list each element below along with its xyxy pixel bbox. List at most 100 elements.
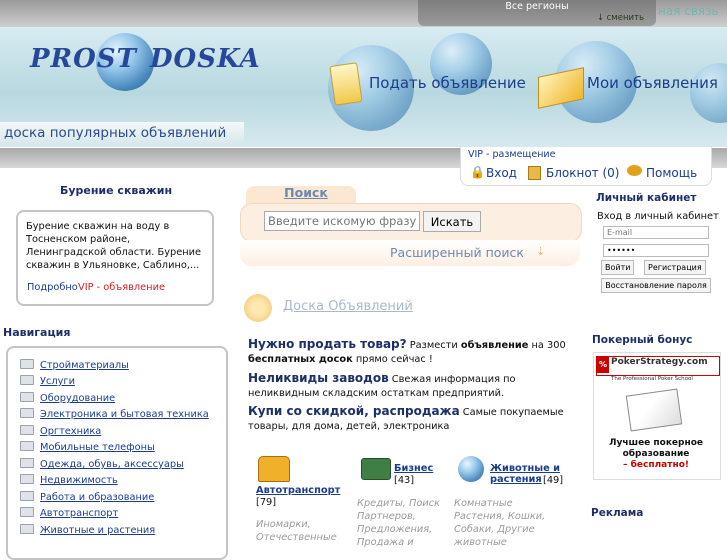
category-subitems: Кредиты, Поиск Партнеров, Предложения, П…: [357, 498, 441, 548]
bus-icon: [258, 456, 290, 482]
search-input[interactable]: [264, 211, 420, 231]
notebook-link[interactable]: Блокнот (0): [546, 166, 619, 180]
sidebar-item-label: Автотранспорт: [40, 508, 119, 519]
sidebar-item-label: Работа и образование: [40, 492, 155, 503]
poker-text-line: Лучшее покерное образование: [609, 438, 703, 459]
folder-icon: [20, 474, 34, 484]
logo-text-left[interactable]: PROST: [30, 44, 137, 74]
sidebar-item[interactable]: Услуги: [20, 375, 75, 387]
promo-vip-label: VIP - объявление: [78, 282, 165, 293]
poker-title: Покерный бонус: [592, 334, 693, 346]
promo-more-link[interactable]: Подробно: [27, 282, 78, 293]
cabinet-title: Личный кабинет: [596, 192, 697, 204]
sidebar-item[interactable]: Недвижимость: [20, 474, 118, 486]
sidebar-item[interactable]: Электроника и бытовая техника: [20, 408, 209, 420]
pitch-link[interactable]: Нужно продать товар?: [248, 337, 407, 351]
folder-icon: [20, 507, 34, 517]
sidebar-item-label: Стройматериалы: [40, 360, 129, 371]
category-link[interactable]: Бизнес: [394, 463, 433, 474]
register-button[interactable]: Регистрация: [644, 260, 706, 275]
current-region: Все регионы: [505, 1, 569, 12]
vip-placement-link[interactable]: VIP - размещение: [468, 149, 555, 160]
login-link[interactable]: Вход: [486, 166, 517, 180]
board-title-link[interactable]: Доска Объявлений: [283, 299, 413, 314]
sidebar-item-label: Животные и растения: [40, 525, 156, 536]
folder-icon: [20, 458, 34, 468]
folder-icon: [20, 524, 34, 534]
login-button[interactable]: Войти: [601, 260, 635, 275]
pitch-text: прямо сейчас !: [352, 354, 433, 365]
sidebar-item-label: Электроника и бытовая техника: [40, 409, 209, 420]
folder-icon: [20, 392, 34, 402]
region-selector[interactable]: Все регионы ↓ сменить: [418, 0, 656, 26]
ads-title: Реклама: [591, 507, 644, 519]
pitch-bold: бесплатных досок: [248, 354, 353, 365]
category-subitems: Комнатные Растения, Кошки, Собаки, Други…: [454, 498, 546, 548]
sidebar-item-label: Услуги: [40, 376, 75, 387]
category-count: [43]: [394, 475, 415, 486]
nav-title: Навигация: [3, 326, 71, 339]
poker-tagline: The Professional Poker School: [611, 376, 693, 382]
sidebar-item[interactable]: Стройматериалы: [20, 359, 129, 371]
sidebar-item[interactable]: Автотранспорт: [20, 507, 118, 519]
sidebar-item-label: Оргтехника: [40, 426, 102, 437]
my-ads-link[interactable]: Мои объявления: [587, 74, 718, 92]
poker-text: Лучшее покерное образование – бесплатно!: [593, 438, 719, 471]
pitch-bold: объявление: [460, 340, 529, 351]
sidebar-item-label: Одежда, обувь, аксессуары: [40, 459, 184, 470]
arrow-down-icon: ⇣: [536, 245, 546, 258]
search-button[interactable]: Искать: [423, 211, 481, 232]
logo-text-right[interactable]: DOSKA: [150, 44, 261, 74]
slogan: доска популярных объявлений: [0, 122, 244, 144]
feedback-link[interactable]: ная связь: [658, 4, 719, 18]
sidebar-item-label: Недвижимость: [40, 475, 118, 486]
pitch-item: Неликвиды заводов Свежая информация по н…: [248, 371, 578, 401]
pitch-item: Купи со скидкой, распродажа Самые покупа…: [248, 404, 578, 434]
category-link[interactable]: Автотранспорт: [256, 485, 340, 496]
sidebar-item[interactable]: Одежда, обувь, аксессуары: [20, 458, 184, 470]
scroll-icon: [329, 62, 363, 106]
pitch-link[interactable]: Купи со скидкой, распродажа: [248, 404, 460, 418]
sidebar-item[interactable]: Мобильные телефоны: [20, 441, 155, 453]
change-region-link[interactable]: ↓ сменить: [597, 13, 644, 23]
password-field[interactable]: [603, 244, 709, 257]
cabinet-subtitle: Вход в личный кабинет: [597, 211, 719, 222]
folder-icon: [20, 375, 34, 385]
playing-cards-icon: [625, 388, 683, 432]
poker-text-free: – бесплатно!: [623, 460, 689, 470]
pitch-link[interactable]: Неликвиды заводов: [248, 371, 389, 385]
category-count: [49]: [543, 475, 564, 486]
promo-title: Бурение скважин: [59, 184, 173, 197]
pitch-text: на 300: [528, 340, 566, 351]
help-link[interactable]: Помощь: [646, 166, 697, 180]
pokerstrategy-logo: % PokerStrategy.com The Professional Poke…: [596, 356, 720, 382]
sun-icon: [244, 294, 272, 322]
speech-bubble-icon: [627, 165, 642, 176]
sidebar-item[interactable]: Работа и образование: [20, 491, 154, 503]
poker-brand: PokerStrategy.com: [611, 357, 708, 367]
email-field[interactable]: [603, 226, 709, 239]
pitch-text: Размести: [406, 340, 461, 351]
restore-password-button[interactable]: Восстановление пароля: [601, 278, 711, 293]
tab-search[interactable]: Поиск: [246, 185, 366, 200]
sidebar-item-label: Мобильные телефоны: [40, 442, 155, 453]
money-icon: [361, 458, 391, 480]
folder-icon: [20, 441, 34, 451]
advanced-search-link[interactable]: Расширенный поиск: [390, 245, 524, 260]
globe-decor-icon: [690, 63, 727, 123]
category-subitems: Иномарки, Отечественные: [256, 519, 337, 543]
lock-icon: 🔒: [470, 165, 485, 179]
earth-icon: [458, 456, 484, 482]
sidebar-item[interactable]: Животные и растения: [20, 524, 155, 536]
percent-icon: %: [597, 357, 609, 373]
folder-icon: [20, 425, 34, 435]
sidebar-item[interactable]: Оргтехника: [20, 425, 101, 437]
folder-icon: [20, 359, 34, 369]
folder-icon: [20, 491, 34, 501]
sidebar-item[interactable]: Оборудование: [20, 392, 115, 404]
pitch-item: Нужно продать товар? Размести объявление…: [248, 337, 578, 367]
category-count: [79]: [256, 497, 277, 508]
post-ad-link[interactable]: Подать объявление: [369, 74, 526, 92]
notebook-icon: [528, 166, 541, 180]
promo-text: Бурение скважин на воду в Тосненском рай…: [26, 221, 202, 271]
